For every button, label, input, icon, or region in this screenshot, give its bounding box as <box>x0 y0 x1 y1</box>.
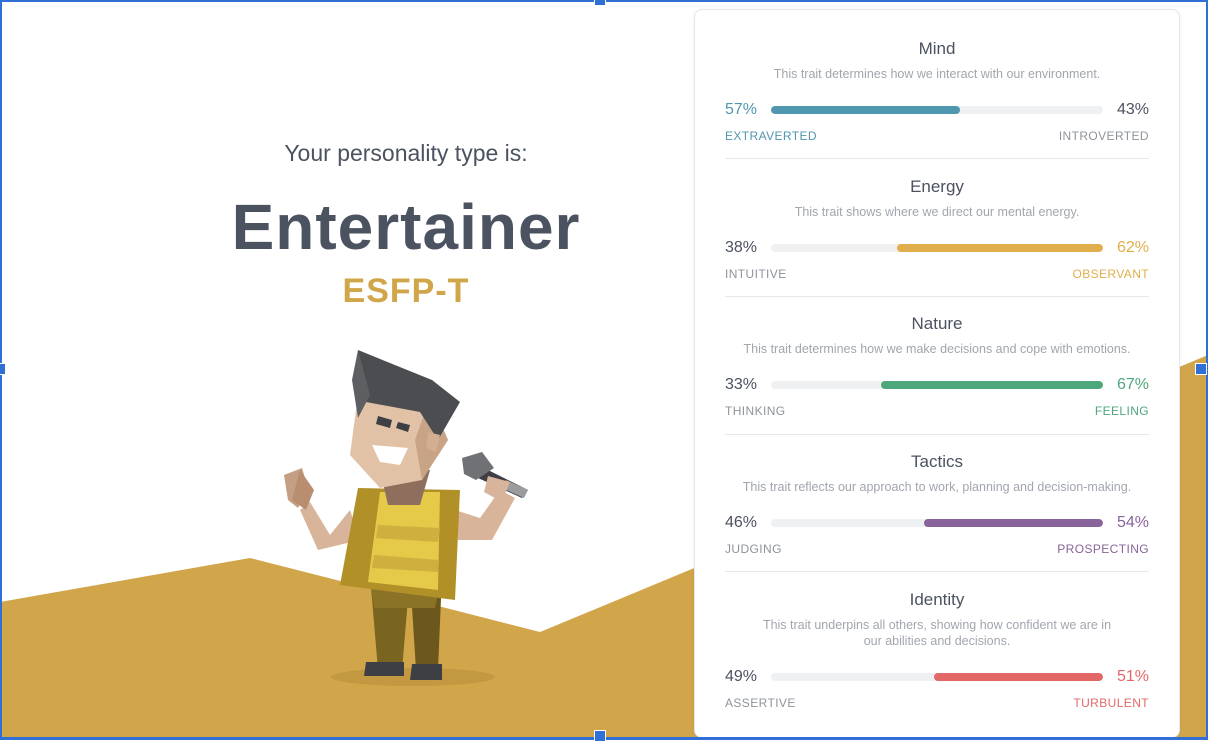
resize-handle-right[interactable] <box>1195 363 1207 375</box>
resize-handle-top[interactable] <box>594 0 606 6</box>
resize-handle-left[interactable] <box>0 363 6 375</box>
selection-frame <box>0 0 1208 740</box>
resize-handle-bottom[interactable] <box>594 730 606 742</box>
